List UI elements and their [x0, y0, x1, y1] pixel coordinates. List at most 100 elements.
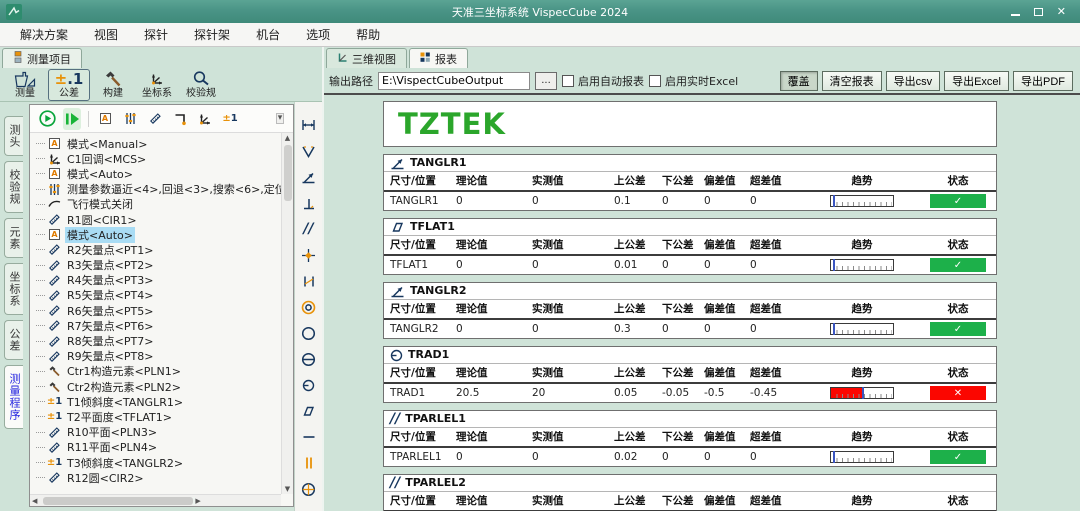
tree-item[interactable]: ±1T3倾斜度<TANGLR2> — [36, 455, 293, 470]
tree-item[interactable]: 飞行模式关闭 — [36, 197, 293, 212]
run-button[interactable] — [38, 108, 56, 130]
tree-item[interactable]: R2矢量点<PT1> — [36, 242, 293, 257]
browse-button[interactable]: ... — [535, 72, 557, 90]
tree-item[interactable]: R1圆<CIR1> — [36, 212, 293, 227]
menu-probe-rack[interactable]: 探针架 — [182, 24, 242, 45]
gauge-check-button[interactable]: 校验规 — [180, 69, 222, 101]
parallel-lines-icon[interactable] — [295, 450, 322, 476]
scroll-thumb[interactable] — [284, 145, 292, 201]
corner-probe-button[interactable] — [171, 108, 189, 130]
menu-probe[interactable]: 探针 — [132, 24, 180, 45]
side-tab-tolerance[interactable]: 公差 — [4, 320, 23, 360]
menu-view[interactable]: 视图 — [82, 24, 130, 45]
straightness-icon[interactable] — [295, 424, 322, 450]
tree-item[interactable]: Ctr2构造元素<PLN2> — [36, 379, 293, 394]
tree-horizontal-scrollbar[interactable]: ◀ ▶ — [30, 494, 281, 506]
side-tab-coordinate-system[interactable]: 坐标系 — [4, 263, 23, 315]
menu-options[interactable]: 选项 — [294, 24, 342, 45]
tree-item[interactable]: R11平面<PLN4> — [36, 440, 293, 455]
diameter-icon[interactable] — [295, 346, 322, 372]
symmetry-icon[interactable] — [295, 268, 322, 294]
coordinate-system-button[interactable]: 坐标系 — [136, 69, 178, 101]
side-tab-measure-program[interactable]: 测量程序 — [4, 365, 23, 429]
checkbox-icon[interactable] — [649, 75, 661, 87]
report-cell: 0 — [532, 255, 614, 274]
tree-item[interactable]: ±1T2平面度<TFLAT1> — [36, 409, 293, 424]
tree-item[interactable]: ±1T1倾斜度<TANGLR1> — [36, 394, 293, 409]
parallelism-icon[interactable]: // — [295, 216, 322, 242]
flatness-icon[interactable] — [295, 398, 322, 424]
tree-item[interactable]: R8矢量点<PT7> — [36, 333, 293, 348]
export-csv-button[interactable]: 导出csv — [886, 71, 941, 91]
scroll-left-icon[interactable]: ◀ — [32, 497, 37, 505]
tree-item[interactable]: A模式<Auto> — [36, 166, 293, 181]
report-table: TRAD1尺寸/位置理论值实测值上公差下公差偏差值超差值趋势状态TRAD120.… — [383, 346, 997, 403]
export-excel-button[interactable]: 导出Excel — [944, 71, 1009, 91]
tab-measure-project[interactable]: 测量项目 — [2, 48, 82, 68]
tree-item-label: T2平面度<TFLAT1> — [65, 409, 174, 425]
position-icon[interactable] — [295, 242, 322, 268]
mode-button[interactable]: A — [96, 108, 114, 130]
tolerance-icon: ±.1 — [55, 70, 84, 88]
side-tab-probe[interactable]: 测头 — [4, 116, 23, 156]
close-button[interactable]: ✕ — [1057, 5, 1066, 18]
tree-item[interactable]: R5矢量点<PT4> — [36, 288, 293, 303]
report-cell: 0 — [532, 191, 614, 210]
tree-item[interactable]: A模式<Manual> — [36, 136, 293, 151]
side-tab-gauge[interactable]: 校验规 — [4, 161, 23, 213]
menu-machine[interactable]: 机台 — [244, 24, 292, 45]
build-icon — [47, 381, 62, 393]
concentricity-icon[interactable] — [295, 294, 322, 320]
angularity-icon[interactable] — [295, 164, 322, 190]
tree-item[interactable]: R9矢量点<PT8> — [36, 349, 293, 364]
report-table-title: TPARLEL1 — [405, 411, 466, 427]
overwrite-button[interactable]: 覆盖 — [780, 71, 818, 91]
radius-icon[interactable] — [295, 372, 322, 398]
tree-item[interactable]: R7矢量点<PT6> — [36, 318, 293, 333]
tolerance-button[interactable]: ±.1 公差 — [48, 69, 90, 101]
params-button[interactable] — [121, 108, 139, 130]
scroll-down-icon[interactable]: ▼ — [285, 484, 290, 494]
tree-item-label: R8矢量点<PT7> — [65, 333, 155, 349]
export-pdf-button[interactable]: 导出PDF — [1013, 71, 1073, 91]
tree-vertical-scrollbar[interactable]: ▲ ▼ — [281, 133, 293, 494]
perpendicularity-icon[interactable] — [295, 190, 322, 216]
menu-help[interactable]: 帮助 — [344, 24, 392, 45]
auto-report-checkbox[interactable]: 启用自动报表 — [562, 73, 644, 89]
angle-icon[interactable] — [295, 138, 322, 164]
tolerance-tool-button[interactable]: ±1 — [221, 108, 239, 130]
build-button[interactable]: 构建 — [92, 69, 134, 101]
circle-cross-icon[interactable] — [295, 476, 322, 502]
side-tab-elements[interactable]: 元素 — [4, 218, 23, 258]
tree-item[interactable]: R10平面<PLN3> — [36, 425, 293, 440]
tree-item[interactable]: Ctr1构造元素<PLN1> — [36, 364, 293, 379]
scroll-right-icon[interactable]: ▶ — [193, 497, 279, 505]
tab-3d-view[interactable]: 三维视图 — [326, 48, 407, 68]
tree-item[interactable]: R3矢量点<PT2> — [36, 258, 293, 273]
clear-report-button[interactable]: 清空报表 — [822, 71, 882, 91]
measure-tool-button[interactable] — [146, 108, 164, 130]
step-run-button[interactable] — [63, 108, 81, 130]
tree-item[interactable]: C1回调<MCS> — [36, 151, 293, 166]
roundness-icon[interactable] — [295, 320, 322, 346]
scroll-thumb-horizontal[interactable] — [43, 497, 193, 505]
minimize-button[interactable] — [1011, 8, 1020, 16]
checkbox-icon[interactable] — [562, 75, 574, 87]
maximize-button[interactable] — [1034, 8, 1043, 16]
tree-item[interactable]: R12圆<CIR2> — [36, 470, 293, 485]
menu-solution[interactable]: 解决方案 — [8, 24, 80, 45]
tab-report[interactable]: 报表 — [409, 48, 468, 68]
tree-item[interactable]: R4矢量点<PT3> — [36, 273, 293, 288]
column-header: 尺寸/位置 — [384, 172, 456, 191]
tree-item[interactable]: R6矢量点<PT5> — [36, 303, 293, 318]
toolbar-overflow-button[interactable]: ▾ — [271, 108, 289, 130]
realtime-excel-checkbox[interactable]: 启用实时Excel — [649, 73, 738, 89]
scroll-up-icon[interactable]: ▲ — [285, 133, 290, 143]
company-logo: TZTEK — [398, 107, 506, 141]
output-path-input[interactable] — [378, 72, 530, 90]
tree-item[interactable]: A模式<Auto> — [36, 227, 293, 242]
tree-item[interactable]: 测量参数逼近<4>,回退<3>,搜索<6>,定位<2 — [36, 182, 293, 197]
distance-icon[interactable] — [295, 112, 322, 138]
measure-button[interactable]: 测量 — [4, 69, 46, 101]
csys-tool-button[interactable] — [196, 108, 214, 130]
